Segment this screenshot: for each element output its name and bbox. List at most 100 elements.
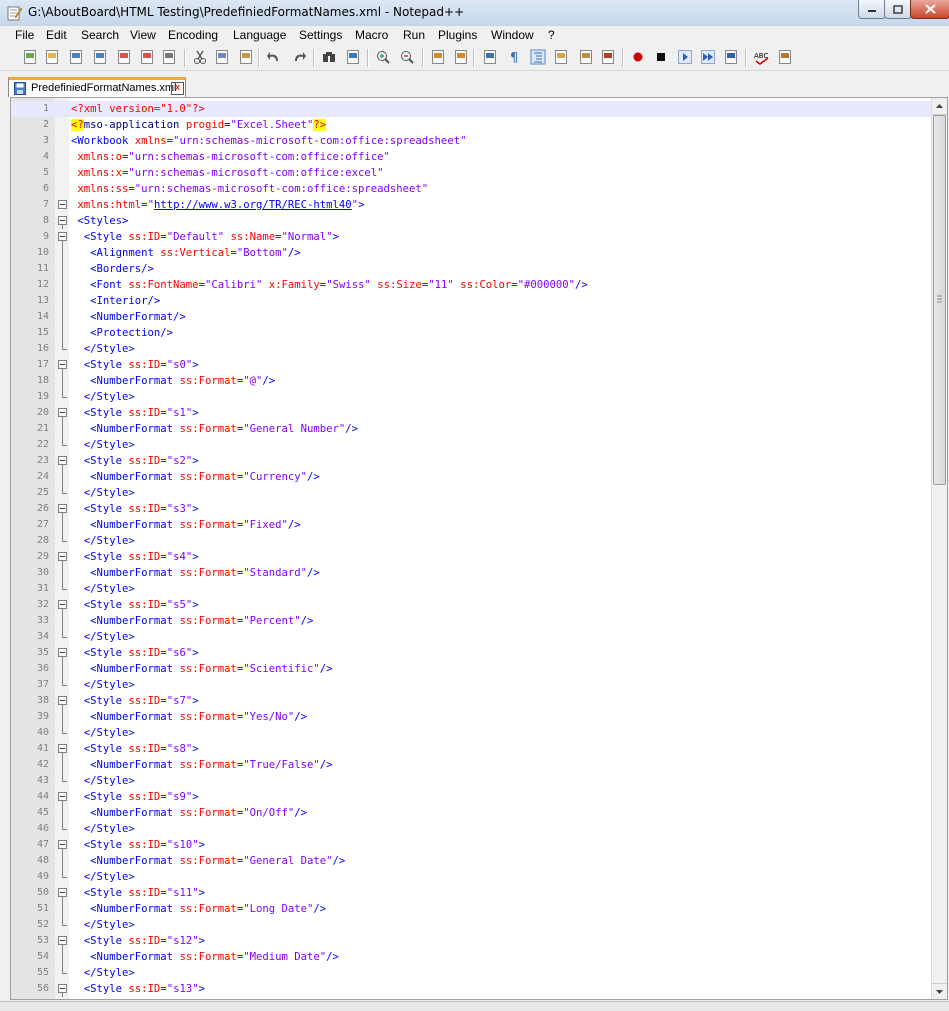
- code-line[interactable]: 43 </Style>: [11, 773, 931, 789]
- code-line[interactable]: 19 </Style>: [11, 389, 931, 405]
- code-line[interactable]: 37 </Style>: [11, 677, 931, 693]
- code-line[interactable]: 35 <Style ss:ID="s6">: [11, 645, 931, 661]
- code-line[interactable]: 10 <Alignment ss:Vertical="Bottom"/>: [11, 245, 931, 261]
- word-wrap-button[interactable]: [482, 49, 498, 65]
- menu-language[interactable]: Language: [233, 28, 286, 42]
- show-all-characters-button[interactable]: ¶: [507, 49, 523, 66]
- code-line[interactable]: 45 <NumberFormat ss:Format="On/Off"/>: [11, 805, 931, 821]
- menu-settings[interactable]: Settings: [299, 28, 342, 42]
- minimize-button[interactable]: [858, 0, 886, 19]
- undo-button[interactable]: [266, 49, 282, 65]
- sync-horizontal-button[interactable]: [453, 49, 469, 65]
- spell-check-button[interactable]: ABC: [754, 49, 770, 65]
- code-line[interactable]: 9 <Style ss:ID="Default" ss:Name="Normal…: [11, 229, 931, 245]
- stop-recording-button[interactable]: [653, 49, 669, 65]
- zoom-out-button[interactable]: [399, 49, 415, 65]
- document-map-button[interactable]: [578, 49, 594, 65]
- code-line[interactable]: 2 <?mso-application progid="Excel.Sheet"?…: [11, 117, 931, 133]
- code-line[interactable]: 22 </Style>: [11, 437, 931, 453]
- code-line[interactable]: 18 <NumberFormat ss:Format="@"/>: [11, 373, 931, 389]
- code-line[interactable]: 32 <Style ss:ID="s5">: [11, 597, 931, 613]
- scroll-down-button[interactable]: [932, 983, 947, 999]
- code-line[interactable]: 25 </Style>: [11, 485, 931, 501]
- code-line[interactable]: 11 <Borders/>: [11, 261, 931, 277]
- scroll-thumb[interactable]: [933, 115, 946, 485]
- open-file-button[interactable]: [44, 49, 60, 65]
- code-line[interactable]: 47 <Style ss:ID="s10">: [11, 837, 931, 853]
- menu-search[interactable]: Search: [81, 28, 119, 42]
- replace-button[interactable]: [345, 49, 361, 65]
- indent-guide-button[interactable]: [530, 49, 546, 65]
- code-line[interactable]: 34 </Style>: [11, 629, 931, 645]
- close-all-button[interactable]: [139, 49, 155, 65]
- code-line[interactable]: 4 xmlns:o="urn:schemas-microsoft-com:off…: [11, 149, 931, 165]
- code-line[interactable]: 38 <Style ss:ID="s7">: [11, 693, 931, 709]
- code-line[interactable]: 20 <Style ss:ID="s1">: [11, 405, 931, 421]
- code-line[interactable]: 36 <NumberFormat ss:Format="Scientific"/…: [11, 661, 931, 677]
- code-line[interactable]: 26 <Style ss:ID="s3">: [11, 501, 931, 517]
- find-button[interactable]: [321, 49, 337, 65]
- zoom-in-button[interactable]: [375, 49, 391, 65]
- code-line[interactable]: 48 <NumberFormat ss:Format="General Date…: [11, 853, 931, 869]
- menu-macro[interactable]: Macro: [355, 28, 388, 42]
- code-line[interactable]: 6 xmlns:ss="urn:schemas-microsoft-com:of…: [11, 181, 931, 197]
- code-line[interactable]: 14 <NumberFormat/>: [11, 309, 931, 325]
- copy-button[interactable]: [214, 49, 230, 65]
- code-line[interactable]: 1 <?xml version="1.0"?>: [11, 101, 931, 117]
- vertical-scrollbar[interactable]: [931, 98, 947, 999]
- new-file-button[interactable]: [22, 49, 38, 65]
- code-line[interactable]: 5 xmlns:x="urn:schemas-microsoft-com:off…: [11, 165, 931, 181]
- sync-vertical-button[interactable]: [430, 49, 446, 65]
- menu-window[interactable]: Window: [491, 28, 534, 42]
- code-line[interactable]: 31 </Style>: [11, 581, 931, 597]
- code-line[interactable]: 51 <NumberFormat ss:Format="Long Date"/>: [11, 901, 931, 917]
- user-language-button[interactable]: [553, 49, 569, 65]
- menu-run[interactable]: Run: [403, 28, 425, 42]
- code-line[interactable]: 46 </Style>: [11, 821, 931, 837]
- run-macro-multiple-button[interactable]: [700, 49, 716, 65]
- maximize-button[interactable]: [884, 0, 912, 19]
- code-line[interactable]: 17 <Style ss:ID="s0">: [11, 357, 931, 373]
- code-line[interactable]: 29 <Style ss:ID="s4">: [11, 549, 931, 565]
- code-line[interactable]: 7 xmlns:html="http://www.w3.org/TR/REC-h…: [11, 197, 931, 213]
- cut-button[interactable]: [192, 49, 208, 65]
- tab-close-button[interactable]: x: [171, 82, 184, 95]
- code-line[interactable]: 42 <NumberFormat ss:Format="True/False"/…: [11, 757, 931, 773]
- code-line[interactable]: 50 <Style ss:ID="s11">: [11, 885, 931, 901]
- menu-view[interactable]: View: [130, 28, 156, 42]
- paste-button[interactable]: [238, 49, 254, 65]
- code-line[interactable]: 39 <NumberFormat ss:Format="Yes/No"/>: [11, 709, 931, 725]
- close-button[interactable]: [116, 49, 132, 65]
- code-line[interactable]: 30 <NumberFormat ss:Format="Standard"/>: [11, 565, 931, 581]
- code-line[interactable]: 21 <NumberFormat ss:Format="General Numb…: [11, 421, 931, 437]
- code-line[interactable]: 55 </Style>: [11, 965, 931, 981]
- settings-button[interactable]: [777, 49, 793, 65]
- code-line[interactable]: 40 </Style>: [11, 725, 931, 741]
- function-list-button[interactable]: [600, 49, 616, 65]
- editor[interactable]: 1 <?xml version="1.0"?> 2 <?mso-application…: [10, 97, 948, 1000]
- code-line[interactable]: 54 <NumberFormat ss:Format="Medium Date"…: [11, 949, 931, 965]
- code-line[interactable]: 41 <Style ss:ID="s8">: [11, 741, 931, 757]
- redo-button[interactable]: [291, 49, 307, 65]
- scroll-up-button[interactable]: [932, 98, 947, 115]
- code-line[interactable]: 33 <NumberFormat ss:Format="Percent"/>: [11, 613, 931, 629]
- print-button[interactable]: [161, 49, 177, 65]
- record-macro-button[interactable]: [630, 49, 646, 65]
- code-line[interactable]: 8 <Styles>: [11, 213, 931, 229]
- code-line[interactable]: 13 <Interior/>: [11, 293, 931, 309]
- code-line[interactable]: 49 </Style>: [11, 869, 931, 885]
- code-line[interactable]: 56 <Style ss:ID="s13">: [11, 981, 931, 997]
- menu-edit[interactable]: Edit: [46, 28, 67, 42]
- code-line[interactable]: 44 <Style ss:ID="s9">: [11, 789, 931, 805]
- menu-plugins[interactable]: Plugins: [438, 28, 477, 42]
- code-line[interactable]: 16 </Style>: [11, 341, 931, 357]
- menu-help[interactable]: ?: [548, 28, 555, 42]
- menu-encoding[interactable]: Encoding: [168, 28, 218, 42]
- code-line[interactable]: 3 <Workbook xmlns="urn:schemas-microsoft-…: [11, 133, 931, 149]
- code-line[interactable]: 23 <Style ss:ID="s2">: [11, 453, 931, 469]
- menu-file[interactable]: File: [15, 28, 34, 42]
- tab-predefinied-format-names[interactable]: PredefiniedFormatNames.xml x: [8, 77, 186, 97]
- code-line[interactable]: 12 <Font ss:FontName="Calibri" x:Family=…: [11, 277, 931, 293]
- code-line[interactable]: 15 <Protection/>: [11, 325, 931, 341]
- code-line[interactable]: 53 <Style ss:ID="s12">: [11, 933, 931, 949]
